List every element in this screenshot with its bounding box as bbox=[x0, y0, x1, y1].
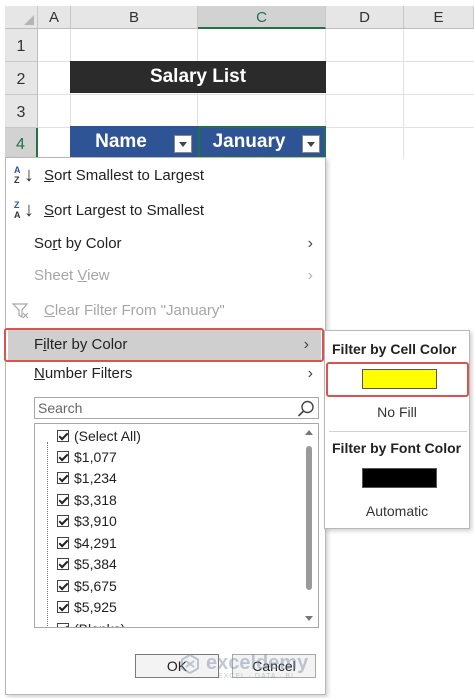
exceldemy-logo-icon bbox=[181, 654, 199, 674]
no-fill-option[interactable]: No Fill bbox=[325, 404, 469, 420]
row-header-3[interactable]: 3 bbox=[5, 95, 38, 128]
list-item-label: $4,291 bbox=[74, 535, 117, 551]
list-item-label: $3,318 bbox=[74, 492, 117, 508]
checkbox-checked[interactable] bbox=[57, 451, 69, 463]
clear-filter-label: Clear Filter From "January" bbox=[44, 302, 225, 319]
row-header-1[interactable]: 1 bbox=[5, 29, 38, 62]
column-header-d[interactable]: D bbox=[326, 6, 404, 29]
exceldemy-watermark: exceldemy EXCEL · DATA · BI bbox=[180, 652, 310, 682]
sort-largest-to-smallest[interactable]: Z A ↓ Sort Largest to Smallest bbox=[6, 194, 325, 228]
list-scrollbar[interactable] bbox=[302, 426, 316, 625]
january-header-cell[interactable]: January bbox=[198, 126, 326, 158]
black-font-color-swatch[interactable] bbox=[362, 468, 437, 488]
search-icon[interactable] bbox=[296, 399, 316, 419]
column-header-a[interactable]: A bbox=[38, 6, 71, 29]
january-header-label: January bbox=[212, 131, 286, 152]
number-filters[interactable]: Number Filters › bbox=[6, 357, 325, 391]
sort-desc-label: Sort Largest to Smallest bbox=[44, 202, 205, 219]
submenu-separator bbox=[329, 431, 467, 432]
list-item-label: $1,077 bbox=[74, 449, 117, 465]
automatic-font-color-option[interactable]: Automatic bbox=[325, 503, 469, 519]
name-filter-dropdown-button[interactable] bbox=[174, 135, 192, 153]
list-item-label: $1,234 bbox=[74, 470, 117, 486]
column-header-b[interactable]: B bbox=[71, 6, 198, 29]
filter-search-box[interactable] bbox=[34, 397, 319, 419]
sort-asc-label: Sort Smallest to Largest bbox=[44, 167, 205, 184]
checkbox-checked[interactable] bbox=[57, 623, 69, 627]
checkbox-checked[interactable] bbox=[57, 601, 69, 613]
checkbox-checked[interactable] bbox=[57, 580, 69, 592]
checkbox-checked[interactable] bbox=[57, 472, 69, 484]
sort-by-color-label: Sort by Color bbox=[34, 235, 122, 252]
number-filters-label: Number Filters bbox=[34, 365, 133, 382]
scroll-down-arrow-icon[interactable] bbox=[305, 616, 313, 621]
sheet-view: Sheet View › bbox=[6, 259, 325, 293]
filter-by-color-submenu: Filter by Cell Color No Fill Filter by F… bbox=[324, 330, 470, 529]
watermark-name: exceldemy bbox=[206, 652, 309, 674]
sort-ascending-icon: A Z ↓ bbox=[14, 164, 34, 186]
scroll-up-arrow-icon[interactable] bbox=[305, 430, 313, 435]
january-filter-dropdown-button[interactable] bbox=[302, 135, 320, 153]
yellow-swatch-highlight bbox=[326, 362, 469, 397]
list-item-label: $5,384 bbox=[74, 556, 117, 572]
checkbox-checked[interactable] bbox=[57, 515, 69, 527]
chevron-right-icon: › bbox=[307, 365, 313, 382]
list-item-label: $3,910 bbox=[74, 513, 117, 529]
row-header-2[interactable]: 2 bbox=[5, 62, 38, 95]
chevron-right-icon: › bbox=[307, 235, 313, 252]
sheet-view-label: Sheet View bbox=[34, 267, 110, 284]
list-item-label: $5,675 bbox=[74, 578, 117, 594]
filter-by-font-color-heading: Filter by Font Color bbox=[332, 440, 462, 456]
list-item-label: (Blanks) bbox=[74, 619, 125, 627]
sort-by-color[interactable]: Sort by Color › bbox=[6, 227, 325, 261]
watermark-subtitle: EXCEL · DATA · BI bbox=[218, 673, 294, 680]
list-item-label: (Select All) bbox=[74, 428, 141, 444]
salary-list-title-cell[interactable]: Salary List bbox=[70, 61, 326, 93]
clear-filter: Clear Filter From "January" bbox=[6, 294, 325, 328]
column-header-c[interactable]: C bbox=[198, 6, 326, 29]
name-header-cell[interactable]: Name bbox=[70, 126, 198, 158]
checkbox-checked[interactable] bbox=[57, 537, 69, 549]
checkbox-checked[interactable] bbox=[57, 494, 69, 506]
row-header-4[interactable]: 4 bbox=[5, 128, 38, 158]
checkbox-checked[interactable] bbox=[57, 558, 69, 570]
gridline bbox=[38, 94, 474, 95]
select-all-corner[interactable] bbox=[5, 6, 38, 29]
clear-filter-funnel-icon bbox=[12, 303, 29, 319]
sort-descending-icon: Z A ↓ bbox=[14, 199, 34, 221]
tree-connector bbox=[47, 442, 48, 627]
scroll-thumb[interactable] bbox=[306, 446, 312, 590]
sort-smallest-to-largest[interactable]: A Z ↓ Sort Smallest to Largest bbox=[6, 159, 325, 193]
filter-by-cell-color-heading: Filter by Cell Color bbox=[332, 341, 457, 357]
filter-value-list: (Select All) $1,077 $1,234 $3,318 $3,910… bbox=[34, 423, 319, 628]
autofilter-menu: A Z ↓ Sort Smallest to Largest Z A ↓ Sor… bbox=[4, 157, 326, 695]
search-input[interactable] bbox=[38, 399, 288, 417]
name-header-label: Name bbox=[95, 131, 147, 152]
checkbox-checked[interactable] bbox=[57, 430, 69, 442]
column-header-e[interactable]: E bbox=[404, 6, 474, 29]
chevron-right-icon: › bbox=[307, 267, 313, 284]
list-item-label: $5,925 bbox=[74, 599, 117, 615]
